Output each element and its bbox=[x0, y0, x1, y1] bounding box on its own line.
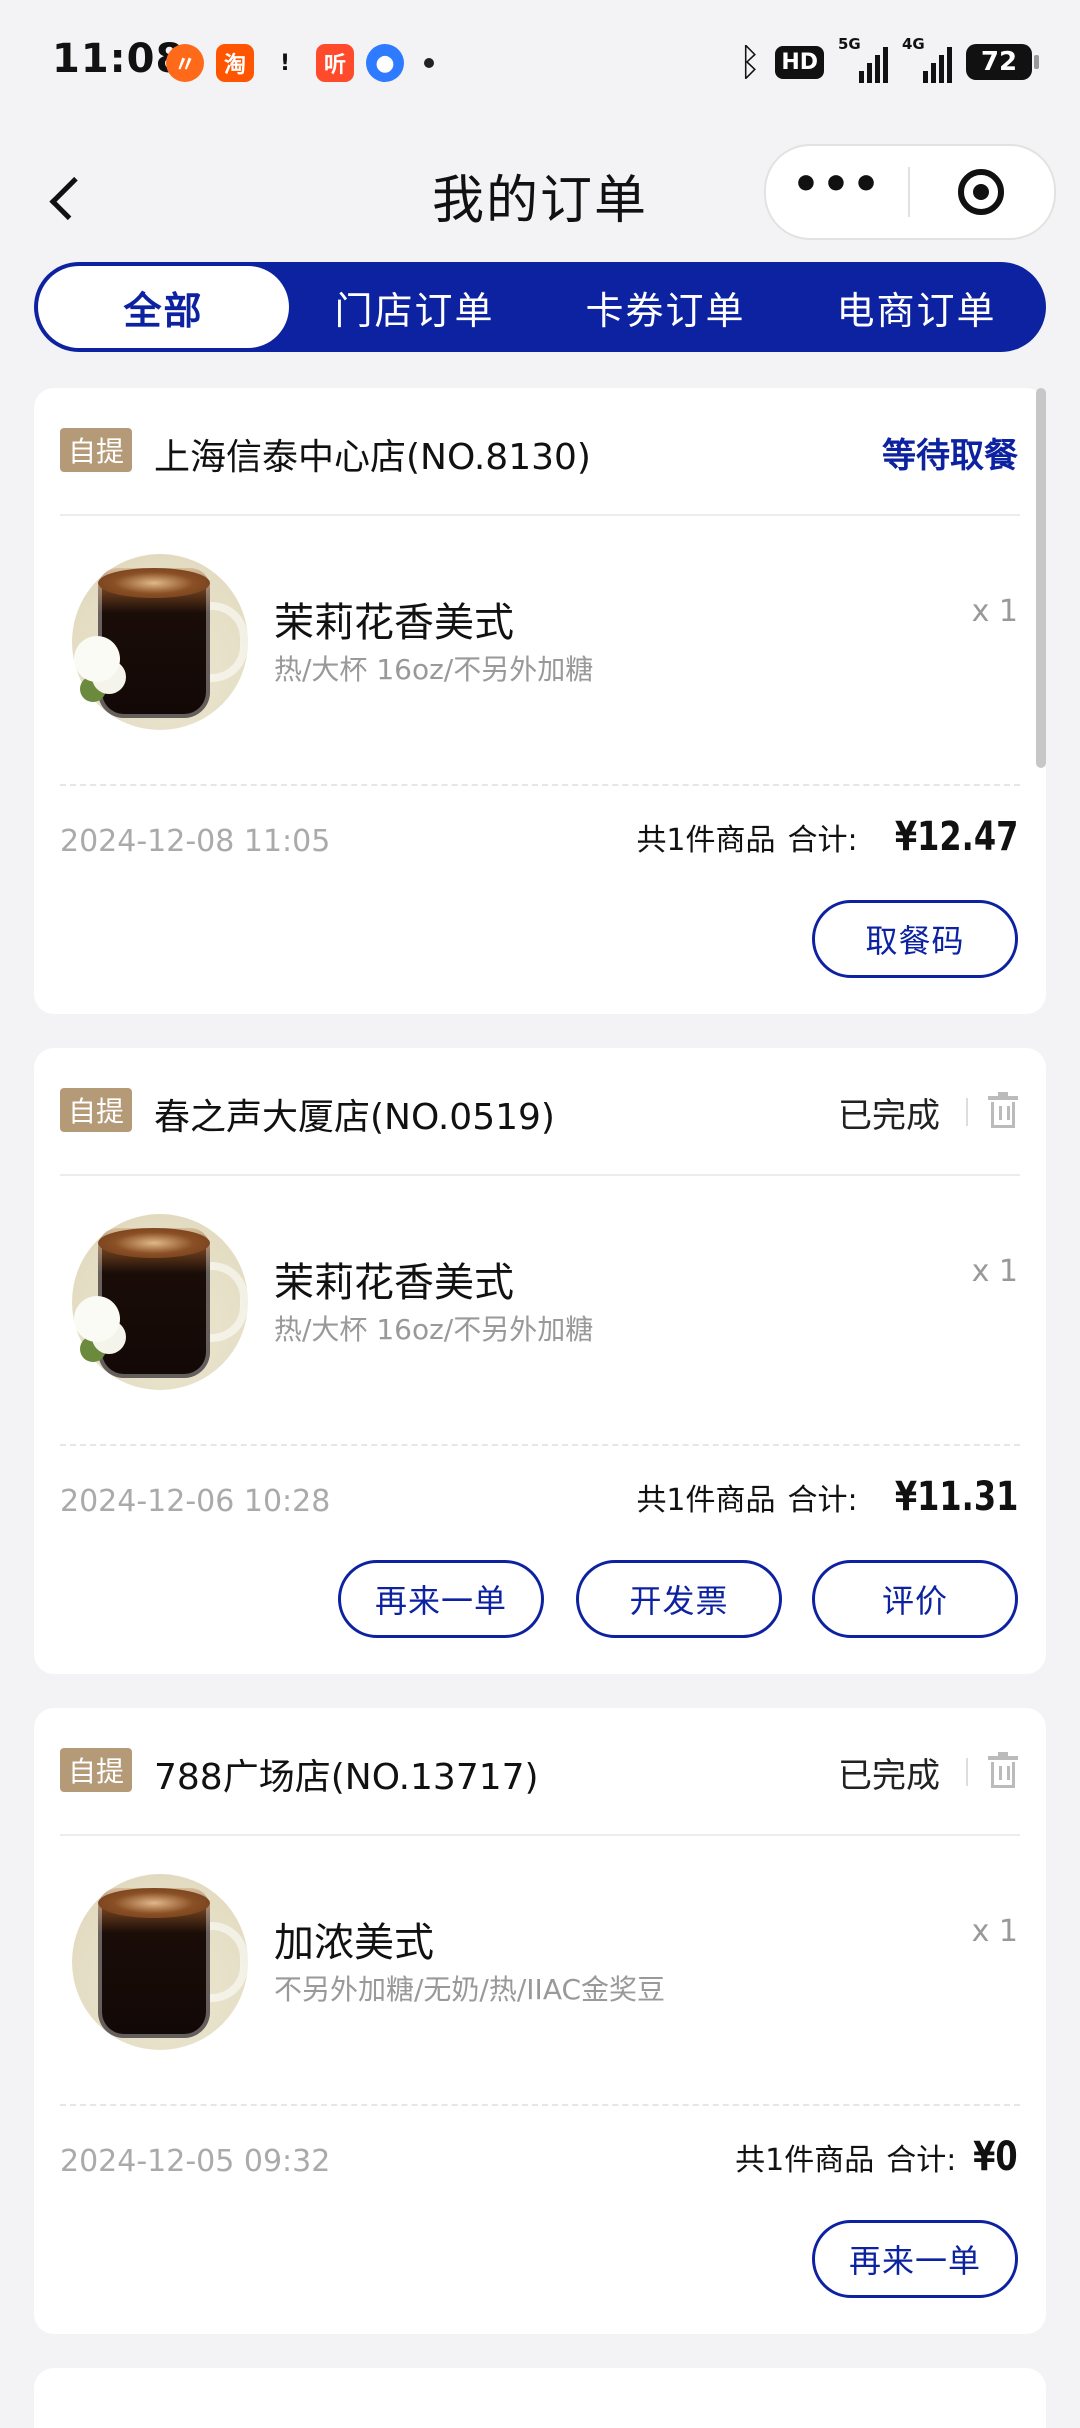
order-total: 共1件商品 合计: ¥11.31 bbox=[636, 1474, 1018, 1520]
order-summary: 2024-12-08 11:05 共1件商品 合计: ¥12.47 bbox=[34, 784, 1046, 900]
mini-program-capsule: ••• bbox=[764, 144, 1056, 240]
order-header: 自提 788广场店(NO.13717) 已完成 bbox=[34, 1708, 1046, 1834]
close-mini-program-button[interactable] bbox=[910, 169, 1052, 215]
more-button[interactable]: ••• bbox=[766, 163, 908, 207]
order-item[interactable]: 茉莉花香美式 热/大杯 16oz/不另外加糖 x 1 bbox=[34, 1174, 1046, 1444]
order-card[interactable]: 自提 上海信泰中心店(NO.8130) 等待取餐 茉莉花香美式 热/大杯 16o… bbox=[34, 388, 1046, 1014]
total-price: ¥11.31 bbox=[894, 1474, 1018, 1520]
tab-coupon-orders[interactable]: 卡券订单 bbox=[540, 266, 791, 348]
invoice-button[interactable]: 开发票 bbox=[576, 1560, 782, 1638]
order-actions: 取餐码 bbox=[34, 900, 1046, 1020]
status-divider bbox=[966, 1758, 968, 1786]
pickup-code-button[interactable]: 取餐码 bbox=[812, 900, 1018, 978]
tab-all[interactable]: 全部 bbox=[38, 266, 289, 348]
order-header: 自提 上海信泰中心店(NO.8130) 等待取餐 bbox=[34, 388, 1046, 514]
store-name: 上海信泰中心店(NO.8130) bbox=[154, 437, 591, 478]
title-bar: 我的订单 ••• bbox=[0, 130, 1080, 260]
pickup-tag: 自提 bbox=[60, 1748, 132, 1792]
product-quantity: x 1 bbox=[971, 594, 1018, 629]
order-total: 共1件商品 合计: ¥0 bbox=[735, 2134, 1018, 2180]
order-card[interactable]: 自提 788广场店(NO.13717) 已完成 加浓美式 不另外加糖/无奶/热/… bbox=[34, 1708, 1046, 2334]
coffee-image bbox=[72, 554, 248, 730]
more-notifications-dot bbox=[424, 58, 434, 68]
hd-icon: HD bbox=[775, 45, 824, 79]
order-card[interactable]: 自提 春之声大厦店(NO.0519) 已完成 茉莉花香美式 热/大杯 16oz/… bbox=[34, 1048, 1046, 1674]
order-item[interactable]: 茉莉花香美式 热/大杯 16oz/不另外加糖 x 1 bbox=[34, 514, 1046, 784]
item-count: 共1件商品 bbox=[735, 2143, 875, 2178]
order-summary: 2024-12-06 10:28 共1件商品 合计: ¥11.31 bbox=[34, 1444, 1046, 1560]
order-status: 已完成 bbox=[838, 1096, 940, 1136]
total-price: ¥0 bbox=[973, 2134, 1018, 2180]
pickup-tag: 自提 bbox=[60, 428, 132, 472]
product-quantity: x 1 bbox=[971, 1254, 1018, 1289]
delete-order-icon[interactable] bbox=[988, 1092, 1018, 1128]
blue-app-icon: ● bbox=[366, 44, 404, 82]
total-label: 合计: bbox=[886, 2143, 957, 2178]
coffee-image bbox=[72, 1214, 248, 1390]
reorder-button[interactable]: 再来一单 bbox=[338, 1560, 544, 1638]
item-count: 共1件商品 bbox=[636, 823, 776, 858]
order-summary: 2024-12-05 09:32 共1件商品 合计: ¥0 bbox=[34, 2104, 1046, 2220]
store-name: 春之声大厦店(NO.0519) bbox=[154, 1097, 555, 1138]
bluetooth-icon: ᛒ bbox=[738, 40, 762, 84]
order-total: 共1件商品 合计: ¥12.47 bbox=[636, 814, 1018, 860]
total-price: ¥12.47 bbox=[894, 814, 1018, 860]
signal-4g-icon: 4G bbox=[902, 35, 952, 83]
order-item[interactable]: 加浓美式 不另外加糖/无奶/热/IIAC金奖豆 x 1 bbox=[34, 1834, 1046, 2104]
total-label: 合计: bbox=[787, 823, 858, 858]
order-status: 等待取餐 bbox=[882, 436, 1018, 476]
order-time: 2024-12-08 11:05 bbox=[60, 824, 331, 859]
signal-5g-icon: 5G bbox=[838, 35, 888, 83]
message-icon: ! bbox=[279, 50, 291, 76]
taobao-icon: 淘 bbox=[216, 44, 254, 82]
pickup-tag: 自提 bbox=[60, 1088, 132, 1132]
product-spec: 热/大杯 16oz/不另外加糖 bbox=[274, 653, 594, 686]
target-icon bbox=[958, 169, 1004, 215]
order-time: 2024-12-05 09:32 bbox=[60, 2144, 331, 2179]
order-actions: 再来一单 开发票 评价 bbox=[34, 1560, 1046, 1680]
tab-store-orders[interactable]: 门店订单 bbox=[289, 266, 540, 348]
product-name: 加浓美式 bbox=[274, 1920, 434, 1966]
product-spec: 不另外加糖/无奶/热/IIAC金奖豆 bbox=[274, 1973, 666, 2006]
item-count: 共1件商品 bbox=[636, 1483, 776, 1518]
order-time: 2024-12-06 10:28 bbox=[60, 1484, 331, 1519]
reorder-button[interactable]: 再来一单 bbox=[812, 2220, 1018, 2298]
status-bar: 11:08 〃 淘 ! 听 ● ᛒ HD 5G 4G 72 bbox=[0, 0, 1080, 130]
tab-ecommerce-orders[interactable]: 电商订单 bbox=[791, 266, 1042, 348]
total-label: 合计: bbox=[787, 1483, 858, 1518]
status-divider bbox=[966, 1098, 968, 1126]
order-status: 已完成 bbox=[838, 1756, 940, 1796]
order-tabs: 全部 门店订单 卡券订单 电商订单 bbox=[34, 262, 1046, 352]
order-header: 自提 春之声大厦店(NO.0519) 已完成 bbox=[34, 1048, 1046, 1174]
app-orange-icon: 〃 bbox=[166, 44, 204, 82]
product-quantity: x 1 bbox=[971, 1914, 1018, 1949]
status-time: 11:08 bbox=[52, 36, 185, 82]
product-name: 茉莉花香美式 bbox=[274, 600, 514, 646]
signal-5g-label: 5G bbox=[838, 35, 861, 53]
battery-icon: 72 bbox=[966, 44, 1039, 80]
order-card-partial[interactable] bbox=[34, 2368, 1046, 2428]
signal-4g-label: 4G bbox=[902, 35, 925, 53]
system-icons: ᛒ HD 5G 4G 72 bbox=[738, 35, 1039, 84]
review-button[interactable]: 评价 bbox=[812, 1560, 1018, 1638]
product-spec: 热/大杯 16oz/不另外加糖 bbox=[274, 1313, 594, 1346]
coffee-image bbox=[72, 1874, 248, 2050]
scrollbar[interactable] bbox=[1036, 388, 1046, 768]
product-name: 茉莉花香美式 bbox=[274, 1260, 514, 1306]
store-name: 788广场店(NO.13717) bbox=[154, 1757, 539, 1798]
notification-icons: 〃 淘 ! 听 ● bbox=[166, 44, 434, 82]
ting-icon: 听 bbox=[316, 44, 354, 82]
order-actions: 再来一单 bbox=[34, 2220, 1046, 2340]
delete-order-icon[interactable] bbox=[988, 1752, 1018, 1788]
